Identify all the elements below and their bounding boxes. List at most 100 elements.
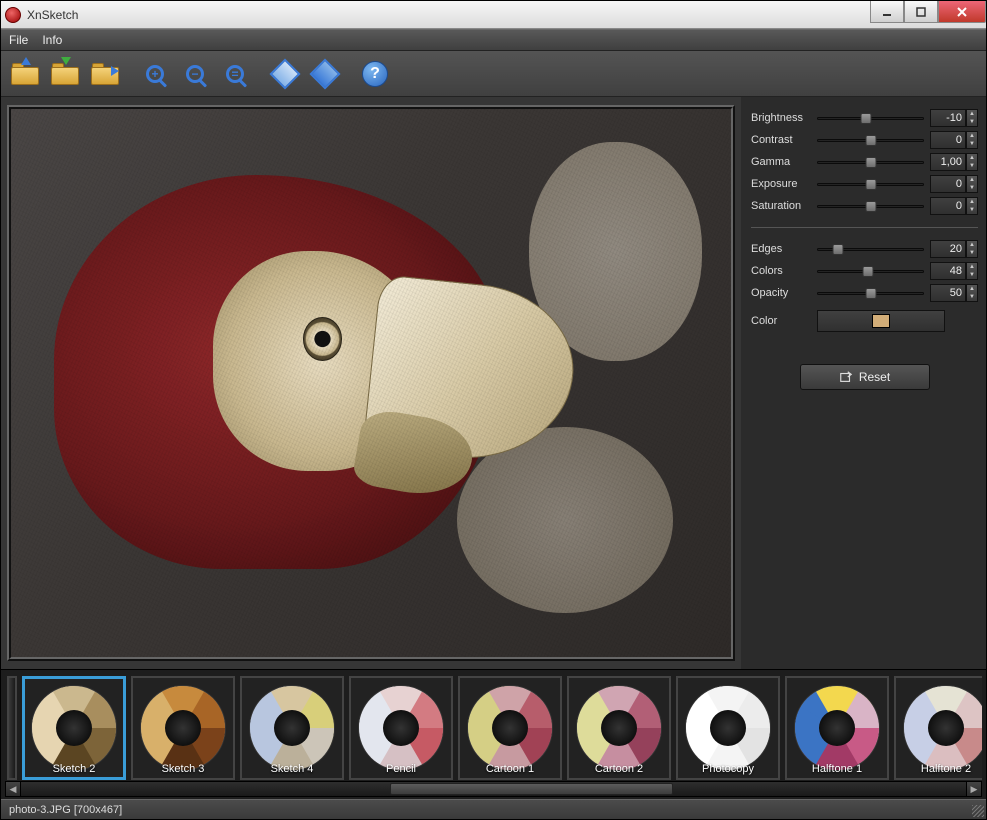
menu-info[interactable]: Info [42, 33, 62, 47]
opacity-slider[interactable] [817, 285, 924, 301]
gamma-label: Gamma [751, 156, 817, 168]
contrast-slider[interactable] [817, 132, 924, 148]
filmstrip-item-cartoon-2[interactable]: Cartoon 2 [567, 676, 671, 780]
app-window: XnSketch File Info ▾ ? [0, 0, 987, 820]
opacity-spinner[interactable]: ▲▼ [966, 284, 978, 302]
exposure-row: Exposure0▲▼ [751, 173, 978, 195]
zoom-out-icon [186, 65, 204, 83]
status-bar: photo-3.JPG [700x467] [1, 799, 986, 819]
contrast-label: Contrast [751, 134, 817, 146]
gamma-value[interactable]: 1,00 [930, 153, 966, 171]
maximize-button[interactable] [904, 1, 938, 23]
brightness-spinner[interactable]: ▲▼ [966, 109, 978, 127]
contrast-spinner[interactable]: ▲▼ [966, 131, 978, 149]
filmstrip-edge-left[interactable] [7, 676, 17, 780]
opacity-label: Opacity [751, 287, 817, 299]
canvas-image[interactable] [11, 109, 731, 657]
filmstrip-item-cartoon-1[interactable]: Cartoon 1 [458, 676, 562, 780]
scroll-thumb[interactable] [390, 783, 674, 795]
app-title: XnSketch [27, 8, 78, 22]
titlebar[interactable]: XnSketch [1, 1, 986, 29]
edges-row: Edges20▲▼ [751, 238, 978, 260]
colors-spinner[interactable]: ▲▼ [966, 262, 978, 280]
filmstrip-item-label: Cartoon 2 [569, 763, 669, 775]
filmstrip-scrollbar[interactable]: ◀ ▶ [5, 781, 982, 797]
rotate-right-icon [309, 58, 340, 89]
filmstrip-item-halftone-2[interactable]: Halftone 2 [894, 676, 982, 780]
opacity-value[interactable]: 50 [930, 284, 966, 302]
filmstrip-item-label: Halftone 1 [787, 763, 887, 775]
opacity-slider-thumb[interactable] [865, 288, 876, 299]
folder-save-icon [51, 63, 79, 85]
canvas-viewport [1, 97, 741, 669]
filmstrip-item-sketch-3[interactable]: Sketch 3 [131, 676, 235, 780]
colors-value[interactable]: 48 [930, 262, 966, 280]
menu-file[interactable]: File [9, 33, 28, 47]
gamma-slider-thumb[interactable] [865, 157, 876, 168]
saturation-label: Saturation [751, 200, 817, 212]
saturation-value[interactable]: 0 [930, 197, 966, 215]
rotate-left-icon [269, 58, 300, 89]
brightness-slider[interactable] [817, 110, 924, 126]
window-controls [870, 1, 986, 23]
contrast-slider-thumb[interactable] [865, 135, 876, 146]
scroll-track[interactable] [21, 782, 966, 796]
zoom-in-button[interactable] [137, 56, 173, 92]
contrast-value[interactable]: 0 [930, 131, 966, 149]
brightness-row: Brightness-10▲▼ [751, 107, 978, 129]
exposure-slider-thumb[interactable] [865, 179, 876, 190]
help-button[interactable]: ? [357, 56, 393, 92]
colors-slider-thumb[interactable] [863, 266, 874, 277]
saturation-slider[interactable] [817, 198, 924, 214]
gamma-spinner[interactable]: ▲▼ [966, 153, 978, 171]
toolbar: ▾ ? [1, 51, 986, 97]
scroll-right-button[interactable]: ▶ [966, 782, 981, 796]
filmstrip-item-sketch-4[interactable]: Sketch 4 [240, 676, 344, 780]
gamma-row: Gamma 1,00▲▼ [751, 151, 978, 173]
rotate-right-button[interactable] [307, 56, 343, 92]
zoom-fit-button[interactable] [217, 56, 253, 92]
edges-slider-thumb[interactable] [833, 244, 844, 255]
filmstrip-item-photocopy[interactable]: Photocopy [676, 676, 780, 780]
wheel-icon [685, 685, 771, 771]
filmstrip-item-halftone-1[interactable]: Halftone 1 [785, 676, 889, 780]
reset-button[interactable]: Reset [800, 364, 930, 390]
filmstrip: Sketch 2 Sketch 3 Sketch 4 Pencil Cartoon 1 C… [1, 669, 986, 799]
filmstrip-item-pencil[interactable]: Pencil [349, 676, 453, 780]
close-button[interactable] [938, 1, 986, 23]
exposure-slider[interactable] [817, 176, 924, 192]
filmstrip-item-label: Cartoon 1 [460, 763, 560, 775]
save-button[interactable] [47, 56, 83, 92]
filmstrip-item-label: Photocopy [678, 763, 778, 775]
wheel-icon [249, 685, 335, 771]
zoom-out-button[interactable] [177, 56, 213, 92]
exposure-value[interactable]: 0 [930, 175, 966, 193]
minimize-button[interactable] [870, 1, 904, 23]
opacity-row: Opacity 50▲▼ [751, 282, 978, 304]
gamma-slider[interactable] [817, 154, 924, 170]
filmstrip-item-label: Sketch 2 [24, 763, 124, 775]
colors-slider[interactable] [817, 263, 924, 279]
color-row: Color [751, 310, 978, 332]
edges-spinner[interactable]: ▲▼ [966, 240, 978, 258]
export-button[interactable]: ▾ [87, 56, 123, 92]
brightness-slider-thumb[interactable] [861, 113, 872, 124]
exposure-spinner[interactable]: ▲▼ [966, 175, 978, 193]
rotate-left-button[interactable] [267, 56, 303, 92]
resize-grip-icon[interactable] [972, 805, 984, 817]
saturation-spinner[interactable]: ▲▼ [966, 197, 978, 215]
scroll-left-button[interactable]: ◀ [6, 782, 21, 796]
reset-label: Reset [859, 370, 890, 384]
filmstrip-item-sketch-2[interactable]: Sketch 2 [22, 676, 126, 780]
edges-slider[interactable] [817, 241, 924, 257]
open-button[interactable] [7, 56, 43, 92]
saturation-slider-thumb[interactable] [865, 201, 876, 212]
color-picker[interactable] [817, 310, 945, 332]
edges-value[interactable]: 20 [930, 240, 966, 258]
brightness-value[interactable]: -10 [930, 109, 966, 127]
color-label: Color [751, 315, 817, 327]
wheel-icon [31, 685, 117, 771]
main-area: Brightness-10▲▼Contrast0▲▼Gamma1,00▲▼Exp… [1, 97, 986, 669]
panel-separator [751, 227, 978, 228]
filmstrip-item-label: Sketch 4 [242, 763, 342, 775]
